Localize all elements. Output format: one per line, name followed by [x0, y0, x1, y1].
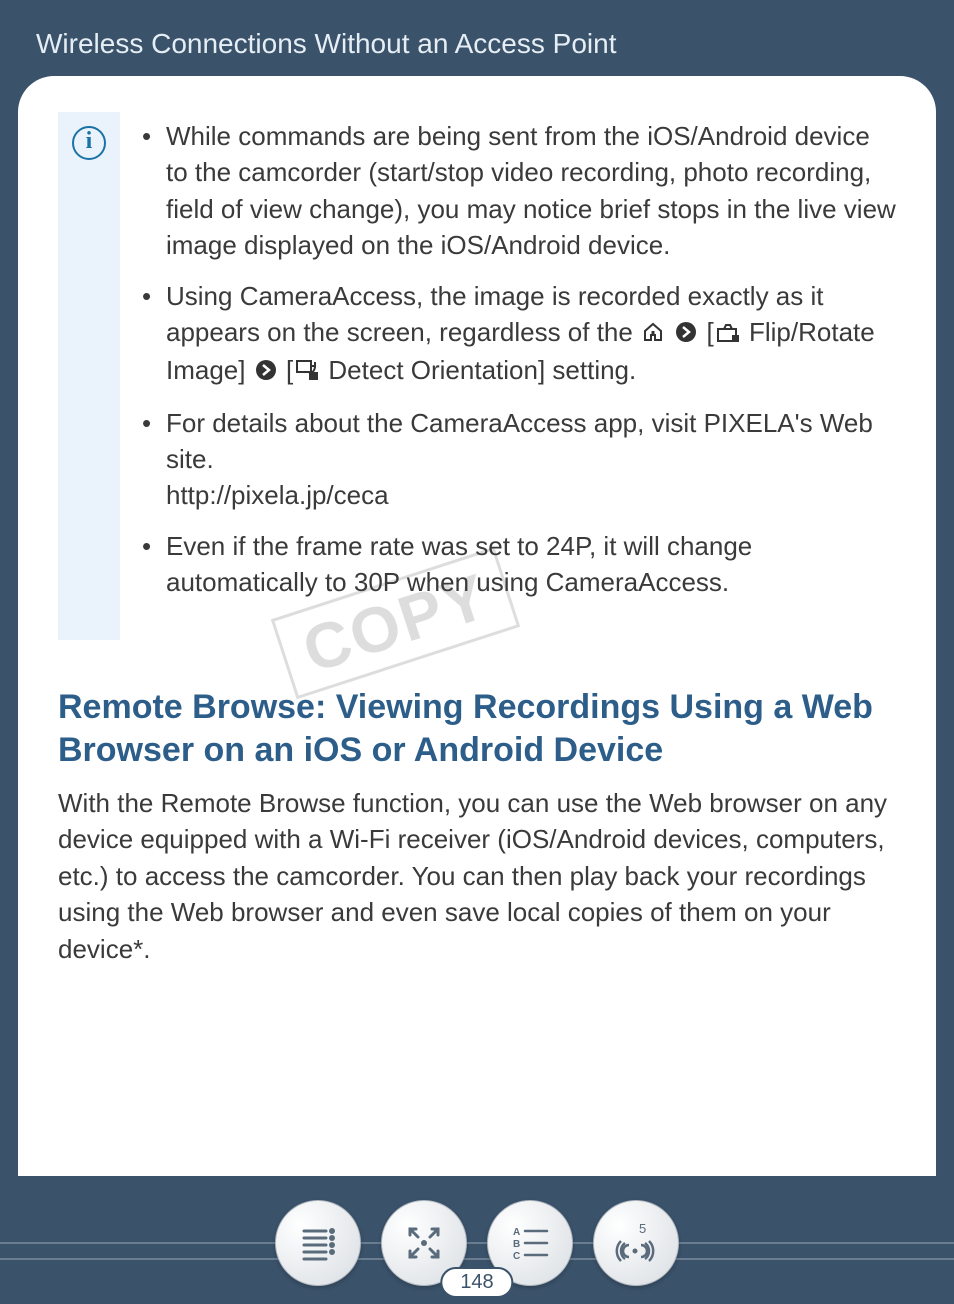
detect-orientation-label: Detect Orientation — [321, 355, 538, 385]
info-icon-column — [58, 112, 120, 640]
bullet-text: Even if the frame rate was set to 24P, i… — [166, 531, 752, 597]
toc-button[interactable] — [275, 1200, 361, 1286]
wifi-button[interactable]: 5 — [593, 1200, 679, 1286]
chevron-right-icon — [255, 354, 277, 390]
home-icon — [642, 316, 664, 352]
info-bullet-list: While commands are being sent from the i… — [138, 112, 896, 615]
info-box: While commands are being sent from the i… — [58, 112, 896, 640]
page-number-badge: 148 — [440, 1267, 513, 1298]
rotate-icon — [295, 354, 319, 390]
bullet-text-post: setting. — [545, 355, 636, 385]
pixela-url: http://pixela.jp/ceca — [166, 480, 389, 510]
bullet-text: For details about the CameraAccess app, … — [166, 408, 873, 474]
page-header: Wireless Connections Without an Access P… — [0, 0, 954, 76]
page-number: 148 — [460, 1271, 493, 1293]
camera-icon — [716, 316, 740, 352]
section-heading: Remote Browse: Viewing Recordings Using … — [58, 686, 896, 771]
bullet-text: While commands are being sent from the i… — [166, 121, 896, 260]
section-body: With the Remote Browse function, you can… — [58, 785, 896, 967]
svg-text:A: A — [513, 1227, 520, 1238]
info-icon — [72, 126, 106, 160]
wifi-badge-number: 5 — [639, 1221, 646, 1236]
header-title: Wireless Connections Without an Access P… — [36, 28, 616, 59]
chevron-right-icon — [675, 316, 697, 352]
svg-text:B: B — [513, 1239, 520, 1250]
info-bullet: Even if the frame rate was set to 24P, i… — [138, 528, 896, 601]
svg-text:C: C — [513, 1251, 520, 1262]
info-bullet: For details about the CameraAccess app, … — [138, 405, 896, 514]
info-bullet: Using CameraAccess, the image is recorde… — [138, 278, 896, 391]
page-card: COPY While commands are being sent from … — [18, 76, 936, 1176]
info-bullet: While commands are being sent from the i… — [138, 118, 896, 264]
